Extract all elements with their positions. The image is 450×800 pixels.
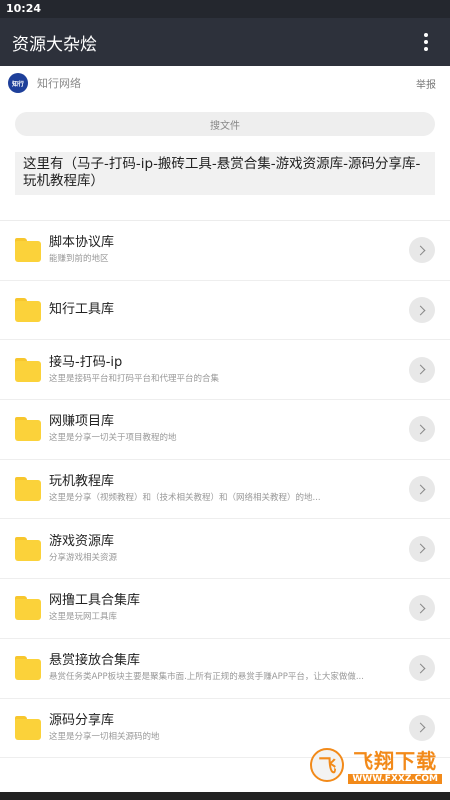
list-item-subtitle: 这里是分享（视频教程）和（技术相关教程）和（网络相关教程）的地... (49, 493, 321, 504)
watermark: 飞 飞翔下载 WWW.FXXZ.COM (310, 745, 442, 784)
list-item-name: 玩机教程库 (49, 474, 115, 490)
chevron-right-icon[interactable] (409, 297, 435, 324)
folder-icon (15, 715, 41, 740)
list-item-text: 玩机教程库这里是分享（视频教程）和（技术相关教程）和（网络相关教程）的地... (49, 474, 409, 504)
chevron-right-icon[interactable] (409, 237, 435, 264)
chevron-right-icon[interactable] (409, 416, 435, 443)
list-item-subtitle: 分享游戏相关资源 (49, 552, 118, 563)
list-item[interactable]: 接马-打码-ip 这里是接码平台和打码平台和代理平台的合集 (0, 340, 450, 401)
source-row: 知行 知行网络 举报 (0, 66, 450, 100)
watermark-text-block: 飞翔下载 WWW.FXXZ.COM (348, 745, 442, 784)
list-item-subtitle: 这里是接码平台和打码平台和代理平台的合集 (49, 373, 220, 384)
status-bar: 10:24 (0, 0, 450, 18)
description-text: 这里有（马子-打码-ip-搬砖工具-悬赏合集-游戏资源库-源码分享库-玩机教程库… (15, 152, 435, 195)
chevron-right-icon[interactable] (409, 476, 435, 503)
chevron-right-icon[interactable] (409, 356, 435, 383)
list-item-name: 知行工具库 (49, 302, 115, 318)
folder-icon (15, 536, 41, 561)
app-title: 资源大杂烩 (12, 34, 97, 55)
list-item-text: 游戏资源库分享游戏相关资源 (49, 534, 409, 564)
list-item-name: 源码分享库 (49, 712, 115, 728)
folder-icon (15, 596, 41, 621)
search-input[interactable]: 搜文件 (15, 112, 435, 136)
list-item[interactable]: 网撸工具合集库这里是玩网工具库 (0, 579, 450, 639)
list-item-text: 脚本协议库能赚到前的地区 (49, 235, 409, 265)
list-item-subtitle: 这里是玩网工具库 (49, 612, 118, 623)
chevron-right-icon[interactable] (409, 535, 435, 562)
list-item-text: 源码分享库这里是分享一切相关源码的地 (49, 713, 409, 743)
watermark-url: WWW.FXXZ.COM (348, 774, 442, 784)
nav-bar (0, 792, 450, 800)
list-item-text: 悬赏接放合集库悬赏任务类APP板块主要是聚集市面.上所有正规的悬赏手赚APP平台… (49, 653, 409, 683)
list-item-name: 游戏资源库 (49, 533, 115, 549)
list-item[interactable]: 悬赏接放合集库悬赏任务类APP板块主要是聚集市面.上所有正规的悬赏手赚APP平台… (0, 639, 450, 699)
watermark-text: 飞翔下载 (353, 749, 438, 773)
list-item[interactable]: 知行工具库 (0, 281, 450, 341)
report-link[interactable]: 举报 (416, 76, 442, 91)
more-vert-icon[interactable] (416, 30, 436, 54)
folder-list: 脚本协议库能赚到前的地区知行工具库接马-打码-ip 这里是接码平台和打码平台和代理… (0, 221, 450, 759)
list-item-text: 网赚项目库这里是分享一切关于项目教程的地 (49, 414, 409, 444)
list-item-name: 悬赏接放合集库 (49, 653, 141, 669)
list-item[interactable]: 脚本协议库能赚到前的地区 (0, 221, 450, 281)
list-item-name: 接马-打码-ip (49, 354, 123, 370)
list-item-name: 网撸工具合集库 (49, 593, 141, 609)
list-item-subtitle: 这里是分享一切关于项目教程的地 (49, 433, 177, 444)
source-name[interactable]: 知行网络 (37, 75, 416, 91)
folder-icon (15, 417, 41, 442)
list-item-text: 知行工具库 (49, 302, 409, 318)
folder-icon (15, 656, 41, 681)
folder-icon (15, 238, 41, 263)
list-item-text: 网撸工具合集库这里是玩网工具库 (49, 593, 409, 623)
source-logo: 知行 (8, 73, 28, 93)
list-item-name: 脚本协议库 (49, 235, 115, 251)
list-item-subtitle: 能赚到前的地区 (49, 254, 109, 265)
status-time: 10:24 (6, 2, 42, 15)
list-item[interactable]: 游戏资源库分享游戏相关资源 (0, 519, 450, 580)
list-item-text: 接马-打码-ip 这里是接码平台和打码平台和代理平台的合集 (49, 355, 409, 385)
folder-icon (15, 357, 41, 382)
folder-icon (15, 477, 41, 502)
chevron-right-icon[interactable] (409, 595, 435, 622)
description-container: 这里有（马子-打码-ip-搬砖工具-悬赏合集-游戏资源库-源码分享库-玩机教程库… (0, 152, 450, 220)
list-item[interactable]: 玩机教程库这里是分享（视频教程）和（技术相关教程）和（网络相关教程）的地... (0, 460, 450, 520)
app-bar: 资源大杂烩 (0, 18, 450, 66)
list-item[interactable]: 网赚项目库这里是分享一切关于项目教程的地 (0, 400, 450, 460)
list-item-subtitle: 悬赏任务类APP板块主要是聚集市面.上所有正规的悬赏手赚APP平台，让大家做做.… (49, 672, 364, 683)
list-item-subtitle: 这里是分享一切相关源码的地 (49, 731, 160, 742)
chevron-right-icon[interactable] (409, 714, 435, 741)
folder-icon (15, 298, 41, 323)
chevron-right-icon[interactable] (409, 655, 435, 682)
watermark-logo-icon: 飞 (310, 747, 345, 782)
list-item-name: 网赚项目库 (49, 414, 115, 430)
